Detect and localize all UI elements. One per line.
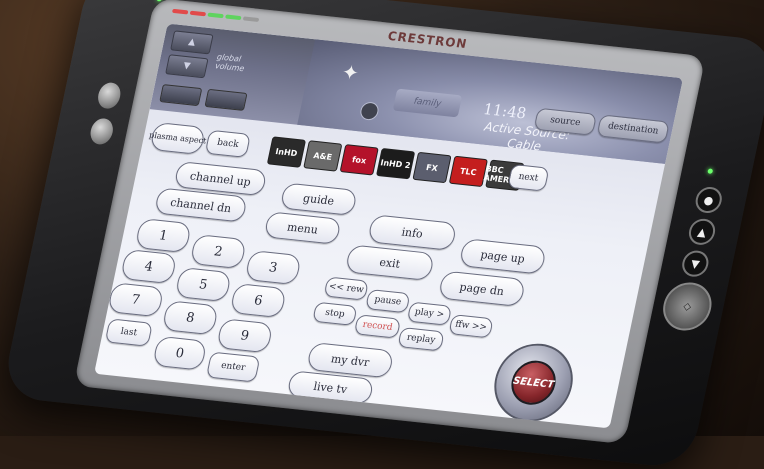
keypad-4[interactable]: 4 [120,248,178,285]
plasma-aspect-button[interactable]: plasma aspect [148,121,207,156]
next-button[interactable]: next [507,163,550,192]
keypad-6[interactable]: 6 [229,282,287,319]
channel-preset-2[interactable]: A&E [303,140,343,172]
keypad-3[interactable]: 3 [244,249,302,286]
screen-bezel: CRESTRON ▲ ▼ global volume ✦ family 11:4… [73,0,706,445]
touch-panel-device: ● ▲ ▼ ◇ CRESTRON ▲ ▼ global volume ✦ fam… [0,0,764,469]
replay-button[interactable]: replay [397,326,445,352]
channel-preset-4[interactable]: InHD 2 [375,147,416,180]
channel-preset-6[interactable]: TLC [448,155,489,188]
channel-preset-5[interactable]: FX [412,151,452,184]
keypad-2[interactable]: 2 [189,233,247,270]
right-hard-button-up[interactable]: ▲ [686,217,718,247]
keypad-0[interactable]: 0 [152,335,208,371]
exit-button[interactable]: exit [344,244,436,282]
right-hard-button-home[interactable]: ● [693,185,725,215]
select-navigation-wheel[interactable]: SELECT [487,339,581,426]
right-hard-button-down[interactable]: ▼ [679,249,711,278]
status-led [707,168,714,174]
channel-preset-1[interactable]: InHD [266,136,307,168]
play-button[interactable]: play > [406,301,453,326]
back-button[interactable]: back [204,129,251,158]
menu-button[interactable]: menu [263,211,342,245]
keypad-1[interactable]: 1 [134,217,193,254]
left-hard-button-top[interactable] [95,81,123,110]
select-button[interactable]: SELECT [507,358,560,407]
satellite-icon: ✦ [339,59,362,86]
page-dn-button[interactable]: page dn [437,270,527,308]
rew-button[interactable]: << rew [323,276,369,301]
keypad-8[interactable]: 8 [161,300,219,336]
info-button[interactable]: info [367,214,458,251]
page-up-button[interactable]: page up [458,238,548,275]
stop-button[interactable]: stop [312,301,358,326]
touch-screen: ▲ ▼ global volume ✦ family 11:48 Active … [94,23,684,429]
channel-preset-3[interactable]: fox [339,144,379,176]
hardware-dpad[interactable]: ◇ [658,280,716,333]
record-button[interactable]: record [353,314,402,339]
keypad-5[interactable]: 5 [174,266,232,303]
volume-down-button[interactable]: ▼ [165,54,209,79]
guide-button[interactable]: guide [279,182,358,217]
ffw-button[interactable]: ffw >> [448,314,494,339]
last-button[interactable]: last [104,318,153,347]
pause-button[interactable]: pause [365,288,411,314]
keypad-7[interactable]: 7 [107,282,165,318]
keypad-9[interactable]: 9 [216,318,274,354]
enter-button[interactable]: enter [205,351,261,383]
volume-up-button[interactable]: ▲ [170,30,214,55]
left-hard-button-bottom[interactable] [88,117,116,146]
